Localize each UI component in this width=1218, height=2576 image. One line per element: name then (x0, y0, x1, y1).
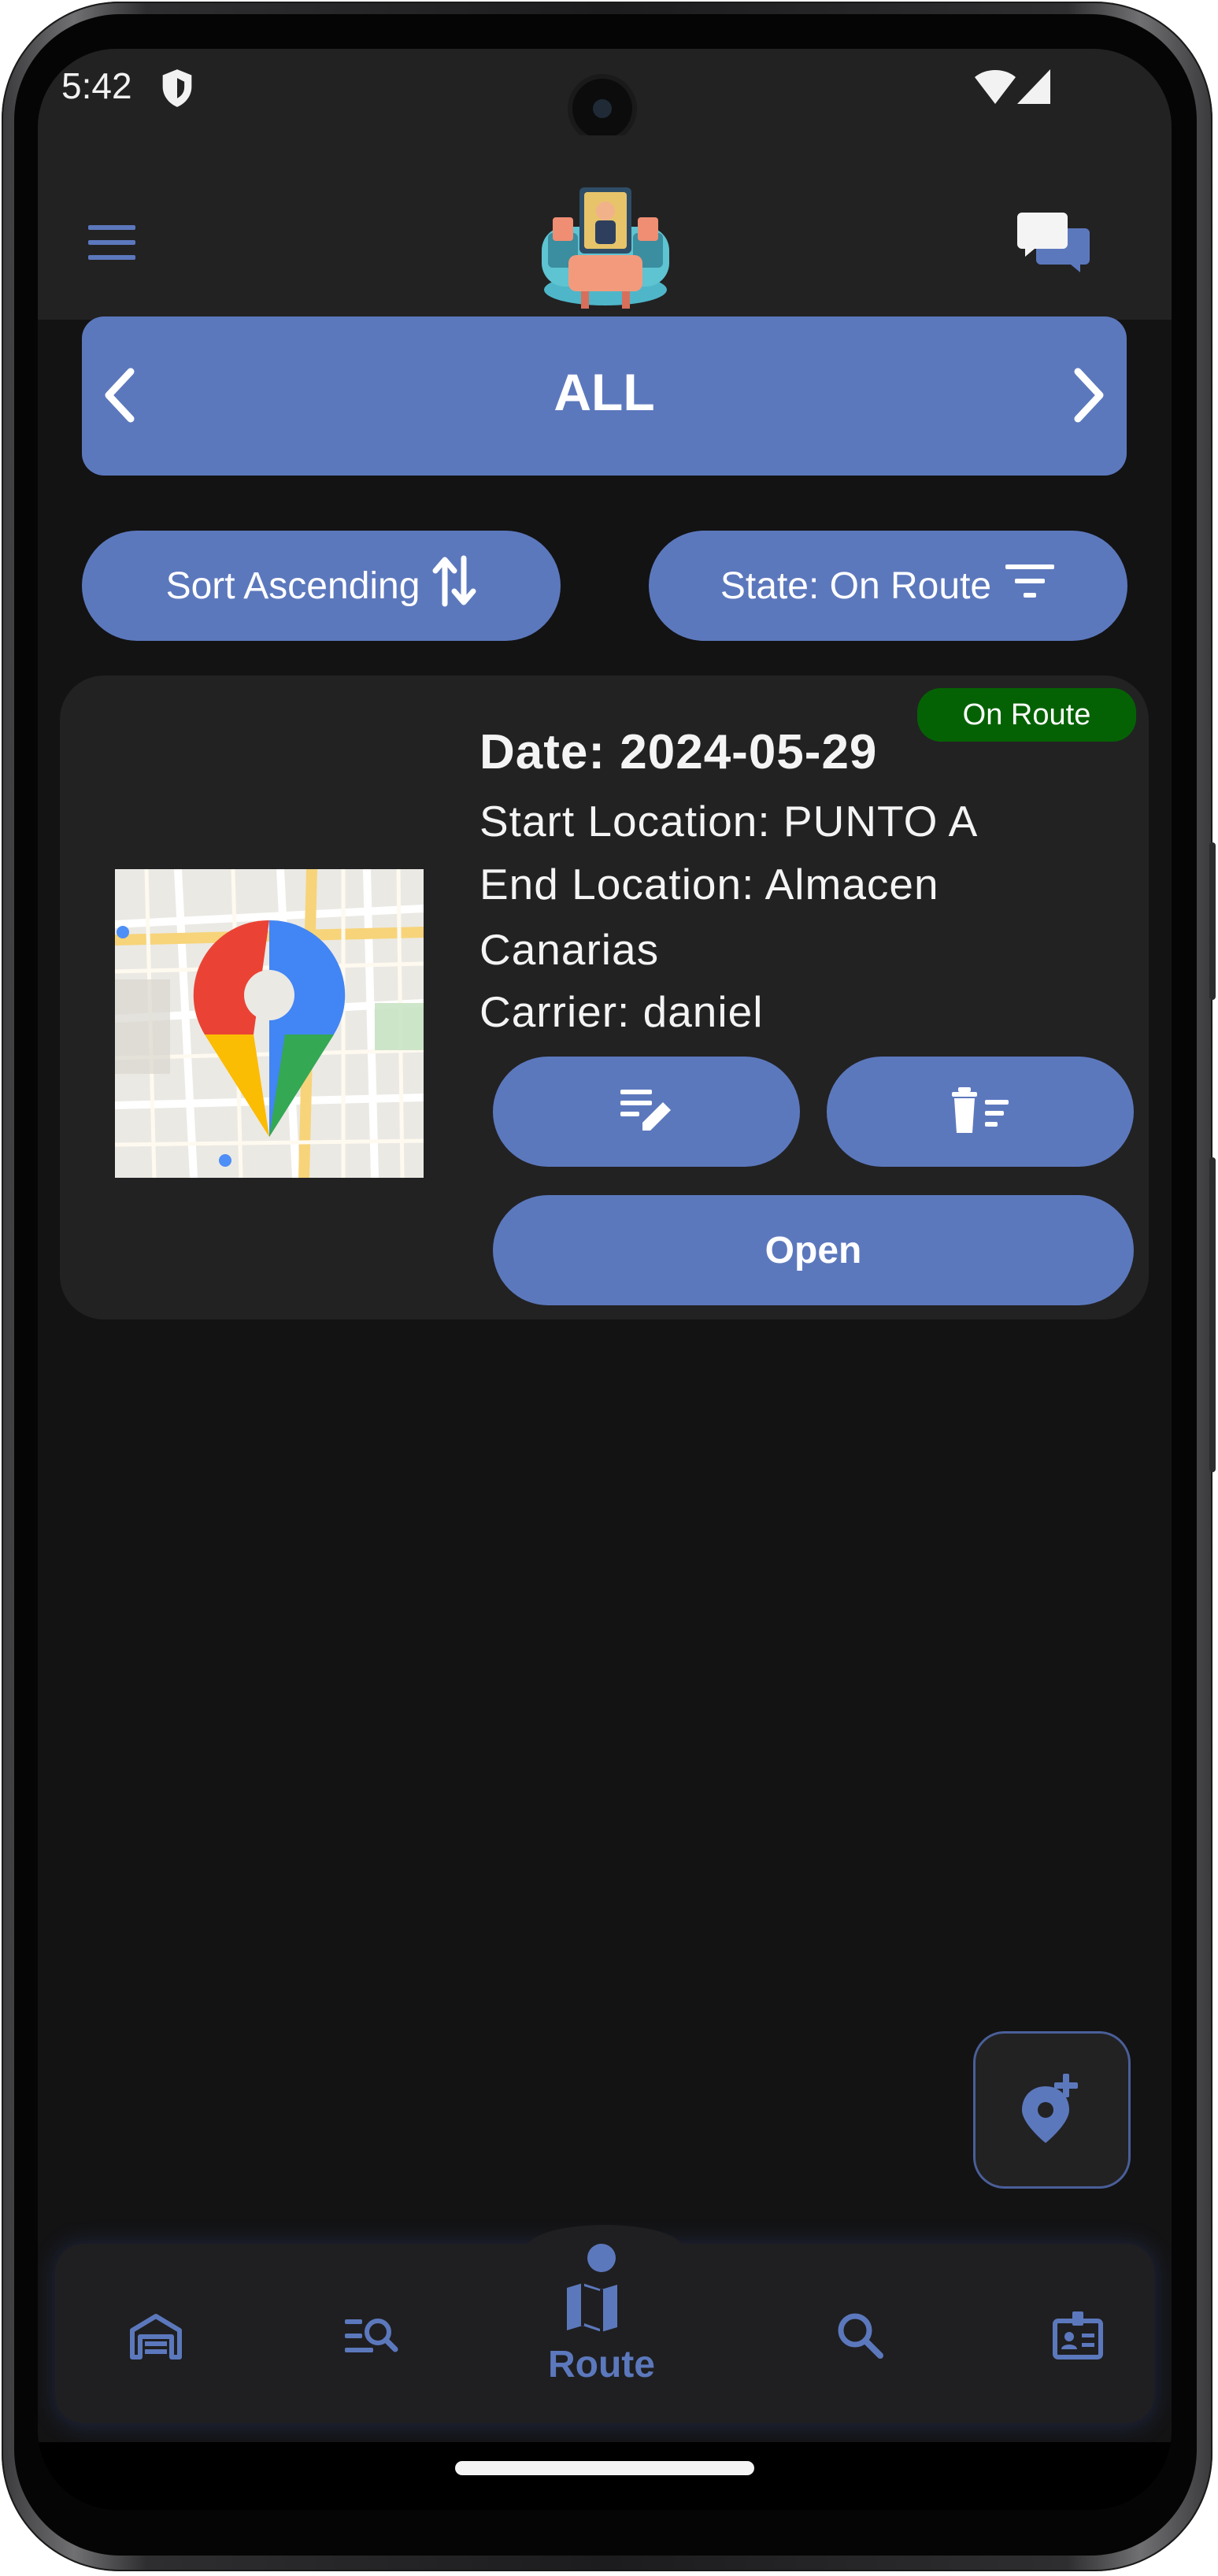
edit-route-button[interactable] (493, 1057, 800, 1167)
signal-icon (1016, 66, 1052, 111)
manage-search-icon[interactable] (343, 2313, 398, 2364)
menu-icon[interactable] (87, 224, 137, 265)
filter-icon (1004, 563, 1056, 609)
route-end-location: End Location: Almacen (479, 860, 939, 909)
gesture-bar-area (38, 2442, 1172, 2510)
volume-button (1209, 842, 1216, 1000)
status-time: 5:42 (61, 65, 132, 106)
state-filter-label: State: On Route (720, 564, 992, 607)
add-route-button[interactable] (973, 2031, 1131, 2189)
delete-route-button[interactable] (827, 1057, 1134, 1167)
app-bar (38, 135, 1172, 320)
active-indicator-dot (587, 2244, 616, 2272)
sort-button[interactable]: Sort Ascending (82, 531, 561, 641)
state-filter-button[interactable]: State: On Route (649, 531, 1127, 641)
power-button (1209, 1157, 1216, 1472)
open-route-button[interactable]: Open (493, 1195, 1134, 1305)
delete-sweep-icon (950, 1086, 1010, 1138)
nav-label-route: Route (548, 2344, 655, 2385)
swap-vertical-icon (432, 553, 476, 618)
status-badge: On Route (917, 688, 1136, 742)
chat-icon[interactable] (1017, 213, 1090, 276)
search-icon[interactable] (836, 2311, 885, 2364)
wifi-icon (973, 66, 1017, 111)
warehouse-icon[interactable] (128, 2313, 184, 2364)
sort-label: Sort Ascending (165, 564, 420, 607)
shield-icon (160, 68, 194, 113)
front-camera (572, 79, 632, 139)
map-icon[interactable] (564, 2282, 620, 2337)
route-map-thumbnail (115, 869, 424, 1178)
route-start-location: Start Location: PUNTO A (479, 797, 979, 846)
app-logo (534, 172, 677, 317)
status-bar: 5:42 (38, 49, 1172, 139)
add-location-icon (1014, 2071, 1090, 2150)
route-date: Date: 2024-05-29 (479, 725, 878, 779)
home-indicator[interactable] (455, 2461, 754, 2475)
category-pager: ALL (82, 316, 1127, 476)
route-carrier: Carrier: daniel (479, 987, 764, 1036)
edit-note-icon (619, 1086, 674, 1138)
badge-icon[interactable] (1052, 2308, 1104, 2364)
screen: 5:42 ALL Sort Ascending State: On Route … (38, 49, 1172, 2510)
route-end-location-continued: Canarias (479, 925, 660, 974)
chevron-right-icon[interactable] (1065, 364, 1112, 431)
pager-title: ALL (553, 363, 655, 421)
